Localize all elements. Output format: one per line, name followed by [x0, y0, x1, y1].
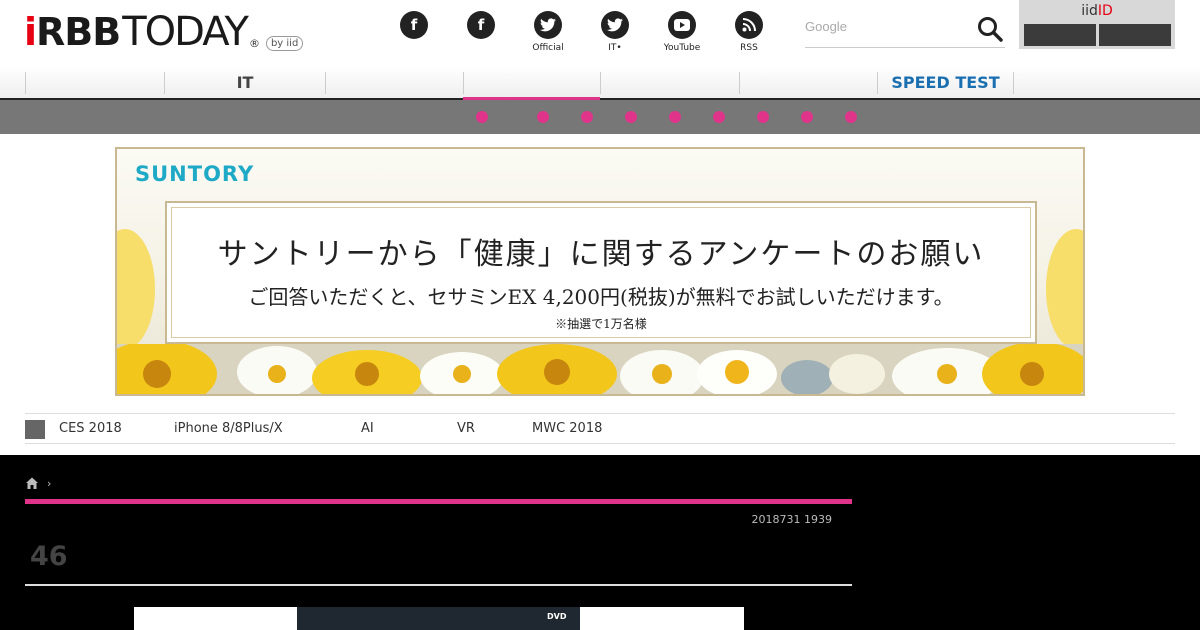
search-button[interactable]: [977, 16, 1003, 42]
topic-tag-bar: CES 2018 iPhone 8/8Plus/X AI VR MWC 2018: [25, 413, 1175, 444]
ad-headline: サントリーから「健康」に関するアンケートのお願い: [217, 237, 985, 272]
nav-item-4-active[interactable]: [463, 72, 600, 94]
rss-icon: [735, 11, 763, 39]
article-image-left: [134, 607, 297, 630]
iid-register-button[interactable]: [1099, 24, 1171, 46]
tag-iphone[interactable]: iPhone 8/8Plus/X: [174, 421, 283, 437]
nav-item-6[interactable]: [739, 72, 877, 94]
ad-subline: ご回答いただくと、セサミンEX 4,200円(税抜)が無料でお試しいただけます。: [248, 285, 954, 309]
page: iRBB TODAY ® by iid f f Official IT• You…: [0, 0, 1200, 630]
subnav-dot[interactable]: [845, 111, 857, 123]
article-image[interactable]: [297, 607, 580, 630]
subnav-dot[interactable]: [476, 111, 488, 123]
logo-word: TODAY: [122, 9, 249, 55]
social-facebook-1[interactable]: f: [384, 11, 444, 43]
social-twitter-official[interactable]: Official: [518, 11, 578, 54]
search-icon: [978, 17, 1003, 42]
article-image-right: [580, 607, 744, 630]
iid-login-box: iidID: [1019, 0, 1175, 49]
site-logo[interactable]: iRBB TODAY ® by iid: [24, 9, 304, 55]
tag-mwc-2018[interactable]: MWC 2018: [532, 421, 602, 437]
youtube-icon: [668, 11, 696, 39]
facebook-icon: f: [467, 11, 495, 39]
youtube-play-shape: [674, 19, 690, 31]
tag-vr[interactable]: VR: [457, 421, 475, 437]
social-label: Official: [532, 43, 564, 53]
rss-waves-shape: [742, 18, 756, 32]
ad-banner[interactable]: SUNTORY サントリーから「健康」に関するアンケートのお願い ご回答いただく…: [115, 147, 1085, 396]
social-rss[interactable]: RSS: [719, 11, 779, 54]
twitter-icon: [534, 11, 562, 39]
nav-item-it[interactable]: IT: [164, 72, 325, 94]
site-search: [805, 8, 1005, 48]
iid-suffix: ID: [1097, 3, 1113, 19]
social-youtube[interactable]: YouTube: [652, 11, 712, 54]
subnav-dot[interactable]: [581, 111, 593, 123]
article-title-divider: [25, 584, 852, 586]
social-label: RSS: [740, 43, 758, 53]
ad-note: ※抽選で1万名様: [555, 317, 647, 331]
article-area: [0, 455, 1200, 630]
subnav-dot[interactable]: [625, 111, 637, 123]
subnav-dot[interactable]: [537, 111, 549, 123]
logo-mark-rbb: RBB: [36, 10, 121, 54]
iid-login-button[interactable]: [1024, 24, 1096, 46]
article-title: 46: [30, 541, 68, 572]
social-twitter-it[interactable]: IT•: [585, 11, 645, 54]
breadcrumb-separator: ›: [47, 476, 52, 490]
subnav-dot[interactable]: [801, 111, 813, 123]
social-label: YouTube: [663, 43, 701, 53]
by-iid-badge: by iid: [265, 36, 304, 51]
twitter-bird-shape: [607, 18, 623, 32]
article-date: 2018731 1939: [751, 513, 832, 526]
twitter-bird-shape: [540, 18, 556, 32]
left-flower-edge: [117, 229, 155, 344]
subnav-dot[interactable]: [713, 111, 725, 123]
nav-item-5[interactable]: [600, 72, 739, 94]
article-accent-line: [25, 499, 852, 504]
social-facebook-2[interactable]: f: [451, 11, 511, 43]
twitter-icon: [601, 11, 629, 39]
site-header: iRBB TODAY ® by iid f f Official IT• You…: [0, 0, 1200, 66]
topic-tag-marker: [25, 420, 45, 439]
main-nav: IT SPEED TEST: [0, 66, 1200, 98]
tag-ai[interactable]: AI: [361, 421, 374, 437]
tag-ces-2018[interactable]: CES 2018: [59, 421, 122, 437]
dvd-logo: DVD: [547, 612, 567, 621]
right-flower-edge: [1046, 229, 1083, 344]
subnav-dot[interactable]: [757, 111, 769, 123]
iid-title: iidID: [1019, 3, 1175, 20]
nav-item-3[interactable]: [325, 72, 463, 94]
flower-decoration: [117, 344, 1083, 394]
logo-registered-mark: ®: [248, 37, 260, 50]
logo-mark-i: i: [24, 10, 37, 54]
sub-nav: [0, 100, 1200, 134]
logo-mark: iRBB: [24, 10, 121, 54]
facebook-icon: f: [400, 11, 428, 39]
subnav-dot[interactable]: [669, 111, 681, 123]
social-label: IT•: [608, 43, 622, 53]
ad-message-card: サントリーから「健康」に関するアンケートのお願い ご回答いただくと、セサミンEX…: [165, 201, 1037, 344]
search-input[interactable]: [805, 16, 965, 36]
iid-prefix: iid: [1081, 3, 1098, 19]
nav-item-1[interactable]: [25, 72, 164, 94]
home-icon[interactable]: [25, 476, 39, 490]
nav-item-speed-test[interactable]: SPEED TEST: [877, 72, 1014, 94]
breadcrumb: ›: [25, 475, 51, 491]
ad-brand-logo: SUNTORY: [135, 162, 255, 186]
